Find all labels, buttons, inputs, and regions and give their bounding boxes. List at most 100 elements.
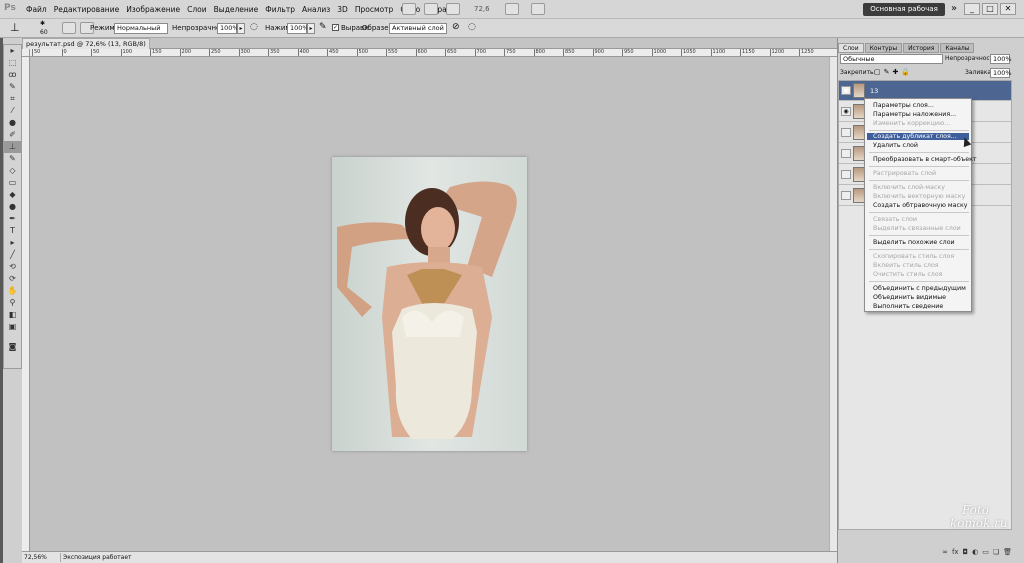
ignore-adjustment-icon[interactable]: ⊘ xyxy=(452,22,460,32)
quick-select-tool-icon[interactable]: ✎ xyxy=(4,81,21,93)
arrange-documents-icon[interactable] xyxy=(505,3,519,15)
menu-item-select-similar-layers[interactable]: Выделить похожие слои xyxy=(873,239,955,246)
minimize-button[interactable]: _ xyxy=(964,3,980,15)
menu-item-delete-layer[interactable]: Удалить слой xyxy=(873,142,918,149)
menu-select[interactable]: Выделение xyxy=(214,5,259,14)
menu-item-paste-layer-style[interactable]: Вклеить стиль слоя xyxy=(873,262,939,269)
new-layer-icon[interactable]: ❏ xyxy=(993,548,999,560)
link-layers-icon[interactable]: ∞ xyxy=(942,548,948,560)
layer-blend-mode-select[interactable]: Обычные xyxy=(840,54,943,64)
path-select-tool-icon[interactable]: ▸ xyxy=(4,237,21,249)
minibridge-icon[interactable] xyxy=(424,3,438,15)
tab-layers[interactable]: Слои xyxy=(838,43,864,53)
blur-tool-icon[interactable]: ◆ xyxy=(4,189,21,201)
visibility-box[interactable] xyxy=(841,191,851,200)
document-tab[interactable]: результат.psd @ 72,6% (13, RGB/8) * xyxy=(22,38,150,58)
menu-item-flatten-image[interactable]: Выполнить сведение xyxy=(873,303,943,310)
visibility-box[interactable] xyxy=(841,128,851,137)
menu-image[interactable]: Изображение xyxy=(126,5,180,14)
type-tool-icon[interactable]: T xyxy=(4,225,21,237)
eyedropper-tool-icon[interactable]: ⁄ xyxy=(4,105,21,117)
shape-tool-icon[interactable]: ╱ xyxy=(4,249,21,261)
visibility-box[interactable] xyxy=(841,149,851,158)
view-extras-icon[interactable] xyxy=(446,3,460,15)
pressure-field[interactable]: 100% xyxy=(287,23,309,34)
pressure-size-icon[interactable]: ◌ xyxy=(468,22,476,32)
maximize-button[interactable]: □ xyxy=(982,3,998,15)
sample-select[interactable]: Активный слой xyxy=(389,23,447,34)
clone-stamp-tool-icon[interactable]: ⊥ xyxy=(4,141,21,153)
delete-layer-icon[interactable]: 🗑 xyxy=(1003,548,1012,560)
crop-tool-icon[interactable]: ⌗ xyxy=(4,93,21,105)
close-button[interactable]: ✕ xyxy=(1000,3,1016,15)
adjustment-layer-icon[interactable]: ◐ xyxy=(972,548,978,560)
lasso-tool-icon[interactable]: ꝏ xyxy=(4,69,21,81)
menu-item-enable-vector-mask[interactable]: Включить векторную маску xyxy=(873,193,965,200)
vertical-scrollbar[interactable] xyxy=(829,57,837,551)
zoom-tool-icon[interactable]: ⚲ xyxy=(4,297,21,309)
lock-icons[interactable]: ▢✎✚🔒 xyxy=(874,68,913,76)
menu-file[interactable]: Файл xyxy=(26,5,47,14)
dodge-tool-icon[interactable]: ● xyxy=(4,201,21,213)
status-zoom[interactable]: 72,56% xyxy=(24,553,56,562)
airbrush-icon[interactable]: ✎ xyxy=(319,22,327,32)
brush-size[interactable]: 60 xyxy=(40,29,48,36)
menu-item-convert-smart-object[interactable]: Преобразовать в смарт-объект xyxy=(873,156,977,163)
visibility-eye-icon[interactable]: ◉ xyxy=(841,107,851,116)
hand-tool-icon[interactable]: ✋ xyxy=(4,285,21,297)
default-colors-icon[interactable]: ◧ xyxy=(4,309,21,321)
opacity-arrow[interactable]: ▸ xyxy=(237,23,245,34)
menu-edit[interactable]: Редактирование xyxy=(54,5,119,14)
visibility-eye-icon[interactable]: ◉ xyxy=(841,86,851,95)
brush-preset-icon[interactable]: ✱ xyxy=(40,20,45,27)
clone-stamp-tool-icon[interactable]: ⊥ xyxy=(10,21,20,34)
workspace-more-button[interactable]: » xyxy=(951,3,957,14)
menu-layers[interactable]: Слои xyxy=(187,5,207,14)
menu-item-blending-options[interactable]: Параметры наложения... xyxy=(873,111,956,118)
history-brush-tool-icon[interactable]: ✎ xyxy=(4,153,21,165)
menu-item-merge-visible[interactable]: Объединить видимые xyxy=(873,294,946,301)
status-info[interactable]: Экспозиция работает только в ... xyxy=(60,553,150,562)
tab-history[interactable]: История xyxy=(903,43,940,53)
mode-select[interactable]: Нормальный xyxy=(114,23,168,34)
menu-item-select-linked-layers[interactable]: Выделить связанные слои xyxy=(873,225,961,232)
menu-item-merge-down[interactable]: Объединить с предыдущим xyxy=(873,285,966,292)
marquee-tool-icon[interactable]: ⬚ xyxy=(4,57,21,69)
layer-style-icon[interactable]: fx xyxy=(952,548,959,560)
fill-field[interactable]: 100% xyxy=(990,68,1012,78)
pen-tool-icon[interactable]: ✒ xyxy=(4,213,21,225)
brush-tool-icon[interactable]: ✐ xyxy=(4,129,21,141)
menu-item-clear-layer-style[interactable]: Очистить стиль слоя xyxy=(873,271,942,278)
menu-item-enable-layer-mask[interactable]: Включить слой-маску xyxy=(873,184,945,191)
workspace-button[interactable]: Основная рабочая среда xyxy=(863,3,945,26)
tab-paths[interactable]: Контуры xyxy=(864,43,903,53)
add-mask-icon[interactable]: ◘ xyxy=(963,548,969,560)
menu-item-create-clipping-mask[interactable]: Создать обтравочную маску xyxy=(873,202,967,209)
menu-3d[interactable]: 3D xyxy=(337,5,348,14)
new-group-icon[interactable]: ▭ xyxy=(982,548,989,560)
document-image[interactable] xyxy=(332,157,527,451)
color-swatches-icon[interactable]: ▣ xyxy=(4,321,21,341)
pressure-arrow[interactable]: ▸ xyxy=(307,23,315,34)
menu-item-duplicate-layer[interactable]: Создать дубликат слоя... xyxy=(867,133,969,140)
menu-item-link-layers[interactable]: Связать слои xyxy=(873,216,917,223)
aligned-checkbox[interactable]: ✓ xyxy=(332,24,339,31)
quick-mask-icon[interactable]: ◙ xyxy=(4,341,21,353)
spot-heal-tool-icon[interactable]: ● xyxy=(4,117,21,129)
menu-item-rasterize-layer[interactable]: Растрировать слой xyxy=(873,170,936,177)
pressure-opacity-icon[interactable]: ◌ xyxy=(250,22,258,32)
3d-rotate-tool-icon[interactable]: ⟲ xyxy=(4,261,21,273)
bridge-icon[interactable] xyxy=(402,3,416,15)
visibility-box[interactable] xyxy=(841,170,851,179)
menu-analysis[interactable]: Анализ xyxy=(302,5,330,14)
menu-item-edit-adjustment[interactable]: Изменить коррекцию... xyxy=(873,120,950,127)
menu-item-layer-properties[interactable]: Параметры слоя... xyxy=(873,102,934,109)
zoom-level[interactable]: 72,6 xyxy=(474,5,490,13)
screen-mode-icon[interactable] xyxy=(531,3,545,15)
menu-filter[interactable]: Фильтр xyxy=(265,5,295,14)
eraser-tool-icon[interactable]: ◇ xyxy=(4,165,21,177)
layer-opacity-field[interactable]: 100% xyxy=(990,54,1012,64)
menu-view[interactable]: Просмотр xyxy=(355,5,394,14)
layer-name[interactable]: 13 xyxy=(870,87,878,95)
gradient-tool-icon[interactable]: ▭ xyxy=(4,177,21,189)
